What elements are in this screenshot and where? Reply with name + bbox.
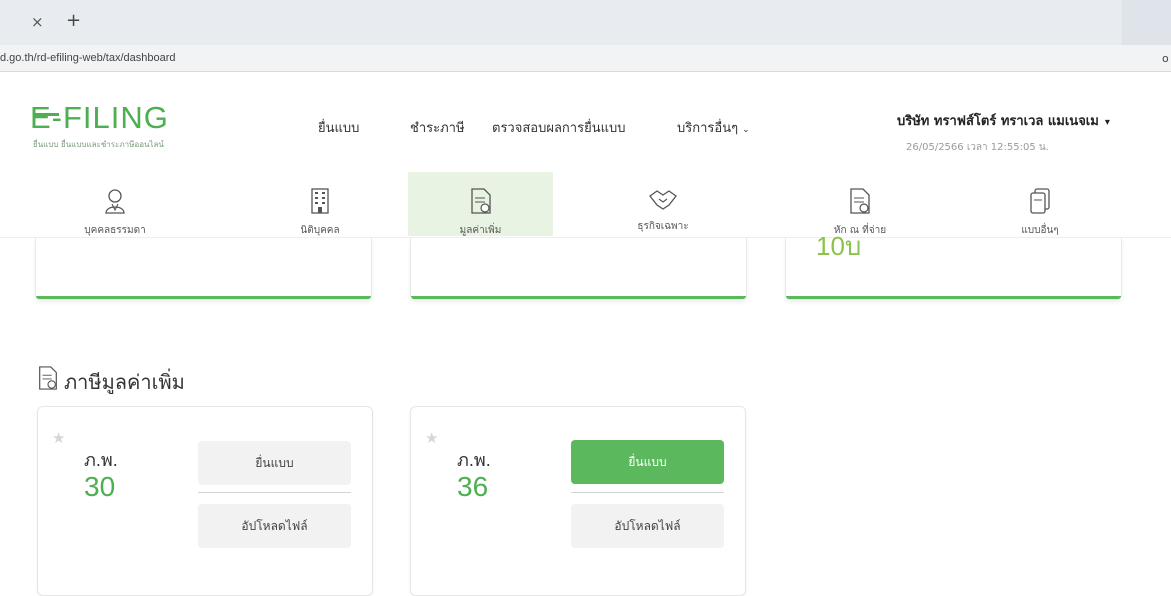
summary-card[interactable] bbox=[35, 238, 372, 300]
browser-tab[interactable]: × bbox=[0, 0, 1122, 45]
favorite-star-icon[interactable]: ★ bbox=[425, 429, 438, 447]
summary-card[interactable]: 10บ bbox=[785, 231, 1122, 300]
section-title: ภาษีมูลค่าเพิ่ม bbox=[64, 370, 185, 394]
tab-label: ธุรกิจเฉพาะ bbox=[637, 221, 689, 232]
card-accent-line bbox=[786, 296, 1121, 299]
nav-file-return[interactable]: ยื่นแบบ bbox=[318, 117, 359, 138]
site-logo[interactable]: E-FILING bbox=[30, 100, 169, 136]
nav-other-services-label: บริการอื่นๆ bbox=[677, 121, 739, 136]
favorite-star-icon[interactable]: ★ bbox=[52, 429, 65, 447]
form-number: 36 bbox=[457, 471, 489, 502]
company-menu[interactable]: บริษัท ทราฟส์โตร์ ทราเวล แมเนจเม ▾ bbox=[897, 110, 1110, 131]
form-card-pp30: ★ ภ.พ. 30 ยื่นแบบ อัปโหลดไฟล์ bbox=[37, 406, 373, 596]
card-accent-line bbox=[411, 296, 746, 299]
files-icon bbox=[1030, 188, 1050, 214]
summary-card-value: 10บ bbox=[816, 231, 862, 261]
building-icon bbox=[311, 188, 329, 214]
nav-other-services[interactable]: บริการอื่นๆ ⌄ bbox=[677, 117, 750, 138]
logo-subtitle: ยื่นแบบ ยื่นแบบและชำระภาษีออนไลน์ bbox=[33, 140, 164, 149]
browser-tab-strip: × + bbox=[0, 0, 1171, 45]
upload-file-button[interactable]: อัปโหลดไฟล์ bbox=[571, 504, 724, 548]
tab-label: แบบอื่นๆ bbox=[1021, 225, 1059, 236]
form-code: ภ.พ. bbox=[457, 450, 491, 470]
card-accent-line bbox=[36, 296, 371, 299]
handshake-icon bbox=[649, 190, 677, 210]
login-datetime: 26/05/2566 เวลา 12:55:05 น. bbox=[906, 142, 1049, 153]
tab-corporate[interactable]: นิติบุคคล bbox=[265, 172, 375, 236]
tab-other-forms[interactable]: แบบอื่นๆ bbox=[985, 172, 1095, 236]
chevron-down-icon: ⌄ bbox=[742, 125, 750, 135]
document-icon bbox=[850, 188, 870, 214]
tab-specific-business[interactable]: ธุรกิจเฉพาะ bbox=[608, 172, 718, 236]
upload-file-button[interactable]: อัปโหลดไฟล์ bbox=[198, 504, 351, 548]
tab-label: บุคคลธรรมดา bbox=[84, 225, 146, 236]
form-number: 30 bbox=[84, 471, 116, 502]
file-return-button[interactable]: ยื่นแบบ bbox=[198, 441, 351, 485]
company-name: บริษัท ทราฟส์โตร์ ทราเวล แมเนจเม bbox=[897, 114, 1099, 129]
url-text: d.go.th/rd-efiling-web/tax/dashboard bbox=[0, 52, 176, 64]
form-card-pp36: ★ ภ.พ. 36 ยื่นแบบ อัปโหลดไฟล์ bbox=[410, 406, 746, 596]
button-divider bbox=[198, 492, 351, 493]
tab-vat[interactable]: มูลค่าเพิ่ม bbox=[408, 172, 553, 236]
form-code: ภ.พ. bbox=[84, 450, 118, 470]
close-tab-icon[interactable]: × bbox=[31, 13, 44, 31]
person-icon bbox=[105, 189, 125, 214]
tab-personal-income[interactable]: บุคคลธรรมดา bbox=[60, 172, 170, 236]
new-tab-icon[interactable]: + bbox=[66, 10, 81, 31]
address-bar[interactable]: d.go.th/rd-efiling-web/tax/dashboard o bbox=[0, 45, 1171, 72]
tab-label: มูลค่าเพิ่ม bbox=[459, 225, 502, 236]
document-icon bbox=[470, 188, 491, 214]
document-icon bbox=[39, 366, 57, 390]
chevron-down-icon: ▾ bbox=[1104, 117, 1110, 128]
nav-pay-tax[interactable]: ชำระภาษี bbox=[410, 117, 465, 138]
button-divider bbox=[571, 492, 724, 493]
file-return-button[interactable]: ยื่นแบบ bbox=[571, 440, 724, 484]
summary-card[interactable] bbox=[410, 238, 747, 300]
nav-check-status[interactable]: ตรวจสอบผลการยื่นแบบ bbox=[492, 117, 625, 138]
tab-label: นิติบุคคล bbox=[300, 225, 340, 236]
url-trailing-text: o bbox=[1162, 52, 1169, 65]
